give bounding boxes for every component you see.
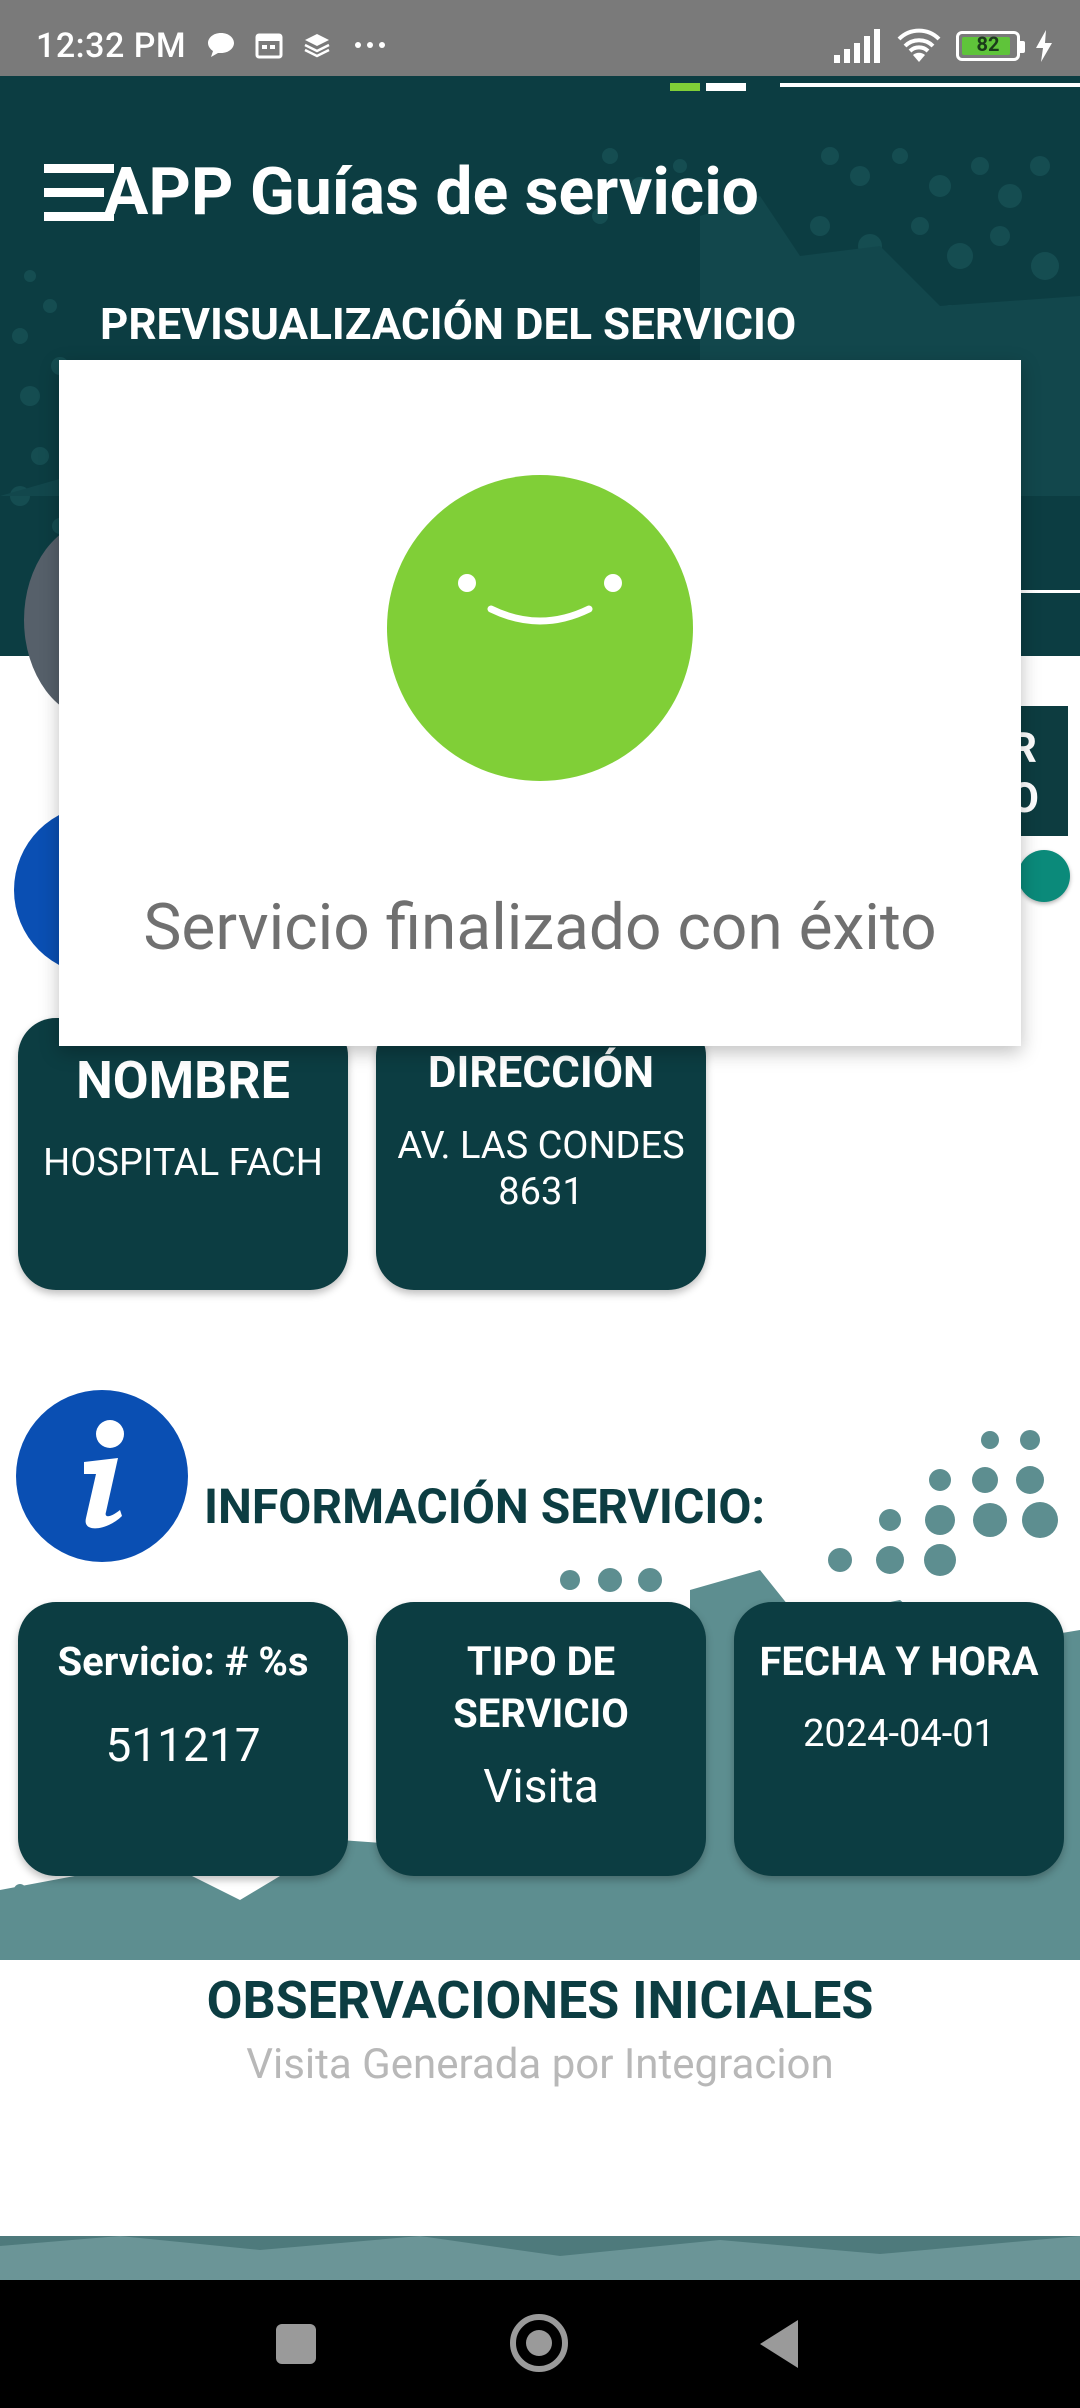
signal-icon [834,29,880,63]
fecha-hora-card: FECHA Y HORA 2024-04-01 [734,1602,1064,1876]
direccion-card: DIRECCIÓN AV. LAS CONDES 8631 [376,1018,706,1290]
dialog-message: Servicio finalizado con éxito [143,890,937,965]
fecha-value: 2024-04-01 [803,1712,995,1756]
nombre-value: HOSPITAL FACH [43,1141,323,1185]
tipo-label: TIPO DE SERVICIO [453,1638,629,1737]
calendar-icon [255,33,283,59]
info-icon [16,1390,188,1562]
tipo-value: Visita [483,1760,599,1814]
battery-icon: 82 [956,31,1025,61]
servicio-value: 511217 [105,1719,261,1773]
direccion-label: DIRECCIÓN [427,1046,655,1098]
brand-logo-fragment [660,76,1080,91]
observations-title: OBSERVACIONES INICIALES [206,1970,874,2031]
layers-icon [304,34,330,58]
more-icon [355,42,385,48]
info-i-glyph [84,1420,124,1529]
nombre-card: NOMBRE HOSPITAL FACH [18,1018,348,1290]
status-time: 12:32 PM [36,26,187,66]
tipo-servicio-card: TIPO DE SERVICIO Visita [376,1602,706,1876]
navigation-bar [0,2280,1080,2408]
servicio-card: Servicio: # %s 511217 [18,1602,348,1876]
chat-icon [208,33,234,57]
system-icons: 82 [832,28,1054,64]
back-icon[interactable] [760,2320,798,2368]
home-icon[interactable] [510,2314,568,2372]
smiley-face-icon [387,475,693,781]
success-dialog[interactable]: Servicio finalizado con éxito [59,360,1021,1046]
direccion-value: AV. LAS CONDES 8631 [397,1124,685,1214]
observations-text: Visita Generada por Integracion [246,2040,834,2089]
preview-title: PREVISUALIZACIÓN DEL SERVICIO [100,298,797,350]
nombre-label: NOMBRE [76,1050,290,1111]
fecha-label: FECHA Y HORA [759,1638,1039,1685]
wifi-icon [897,28,941,62]
servicio-label: Servicio: # %s [57,1638,309,1685]
toggle-knob[interactable] [1018,850,1070,902]
charging-icon [1036,30,1052,62]
app-title: APP Guías de servicio [104,154,759,231]
recent-apps-icon[interactable] [276,2324,316,2364]
footer-pattern [0,2236,1080,2280]
notification-icons [206,30,390,60]
service-info-heading: INFORMACIÓN SERVICIO: [204,1478,766,1535]
status-bar: 12:32 PM 82 [0,0,1080,76]
battery-level: 82 [976,32,1000,56]
